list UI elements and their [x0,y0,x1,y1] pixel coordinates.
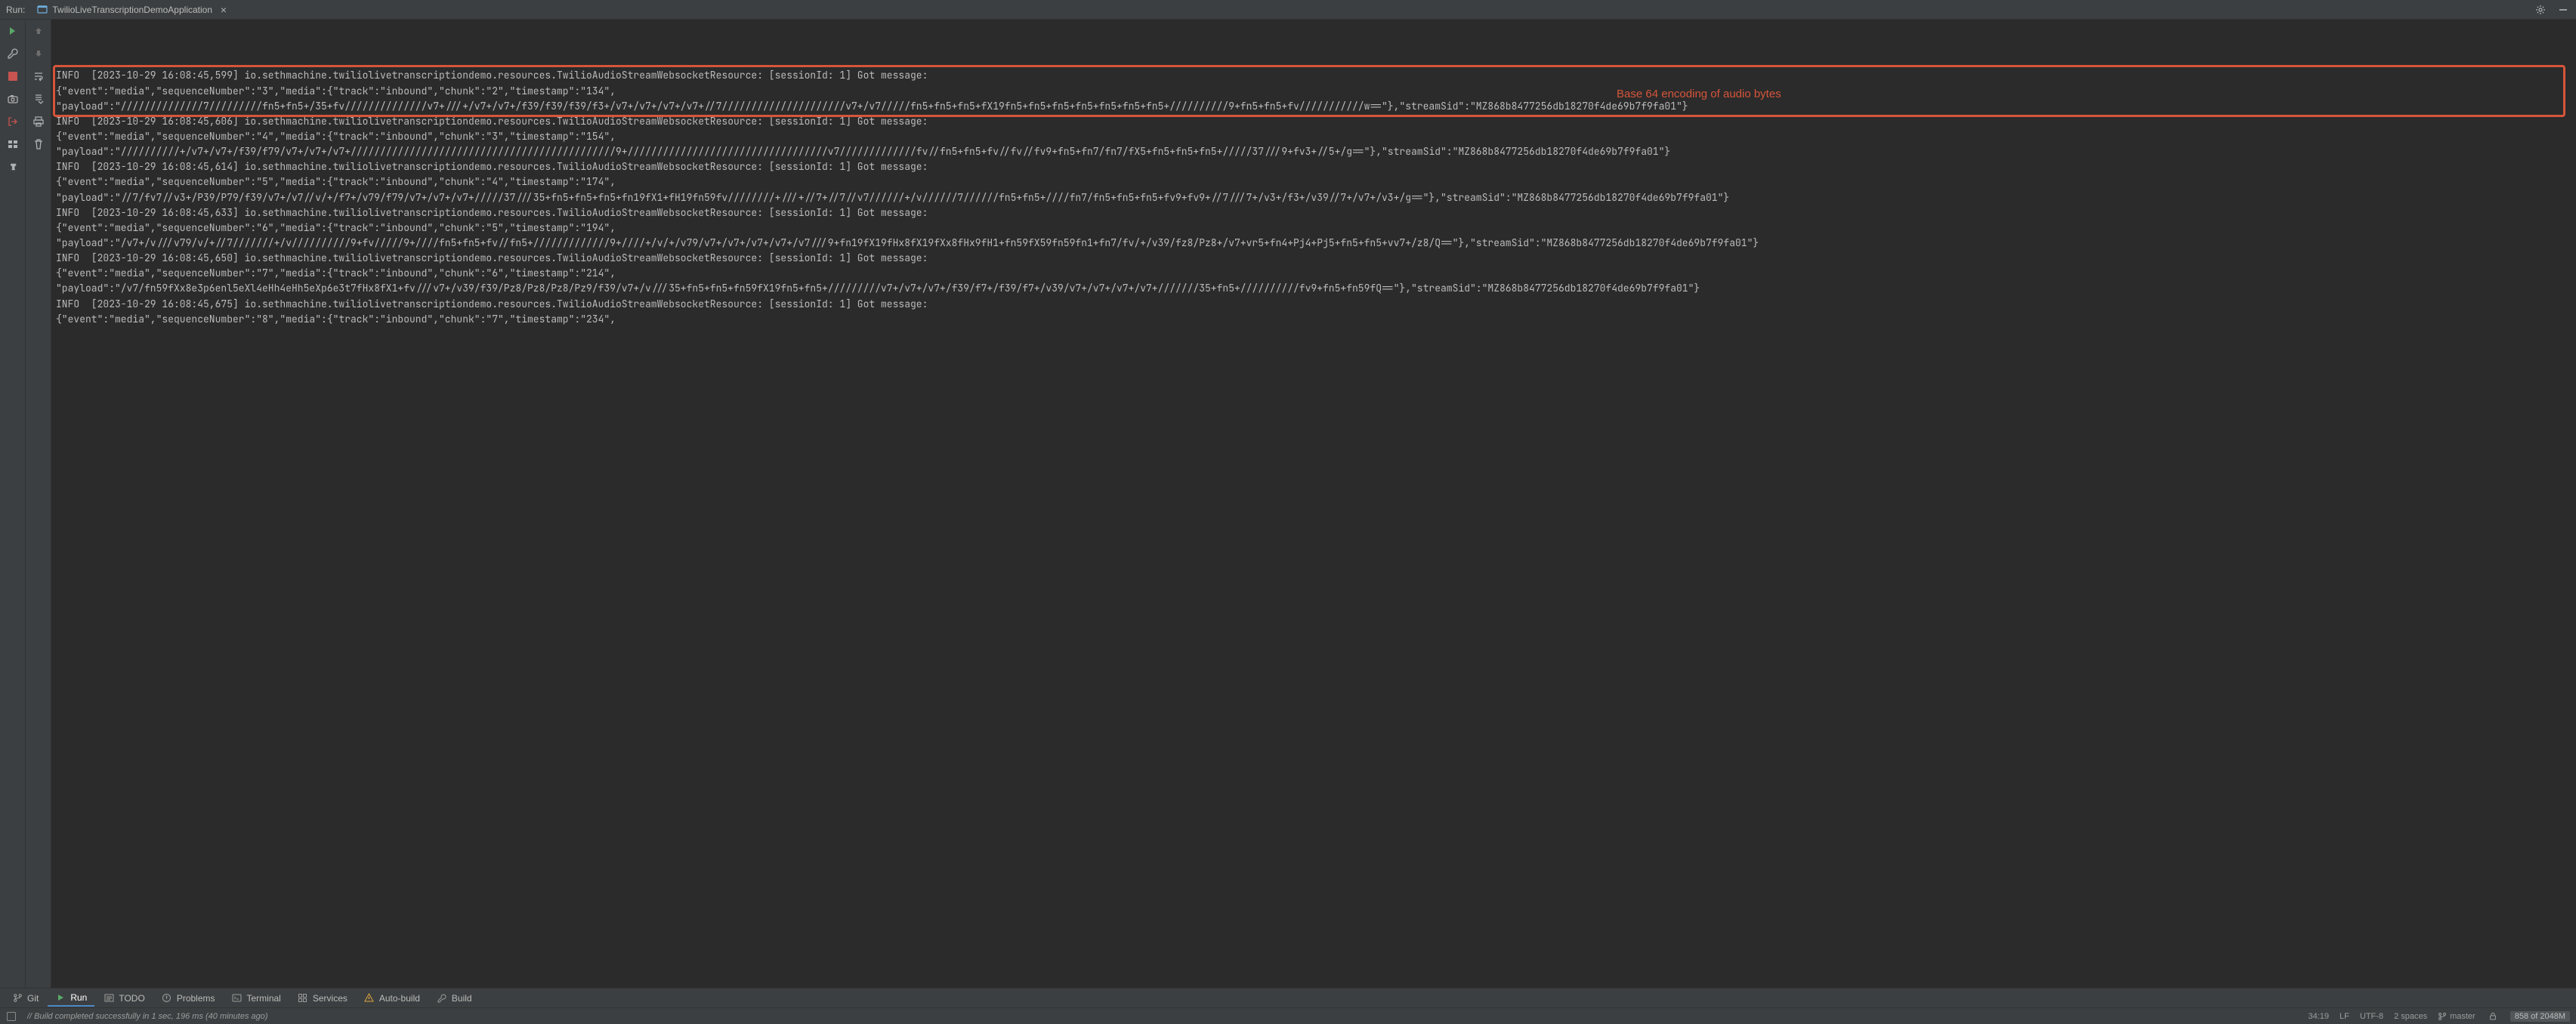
bottom-tab-terminal[interactable]: Terminal [224,991,289,1006]
caret-position[interactable]: 34:19 [2309,1012,2330,1021]
console-line: INFO [2023-10-29 16:08:45,614] io.sethma… [56,159,2571,174]
bottom-tab-label: Run [70,992,87,1003]
bottom-tab-todo[interactable]: TODO [96,991,152,1006]
console-line: {"event":"media","sequenceNumber":"3","m… [56,84,2571,99]
console-line: {"event":"media","sequenceNumber":"8","m… [56,312,2571,327]
camera-icon[interactable] [6,92,20,106]
console-line: {"event":"media","sequenceNumber":"4","m… [56,129,2571,144]
bottom-tab-problems[interactable]: Problems [154,991,223,1006]
run-tool-window-header: Run: TwilioLiveTranscriptionDemoApplicat… [0,0,2576,20]
status-bar: // Build completed successfully in 1 sec… [0,1007,2576,1024]
git-branch-name: master [2450,1012,2476,1021]
lock-icon[interactable] [2486,1010,2500,1023]
git-branch-widget[interactable]: master [2438,1012,2476,1021]
console-line: INFO [2023-10-29 16:08:45,599] io.sethma… [56,68,2571,83]
play-icon [55,992,66,1003]
arrow-down-icon[interactable] [32,47,45,60]
services-icon [298,993,308,1004]
scroll-to-end-icon[interactable] [32,92,45,106]
build-status-message: // Build completed successfully in 1 sec… [27,1012,268,1021]
file-encoding[interactable]: UTF-8 [2360,1012,2383,1021]
tool-window-right-actions [2534,3,2570,17]
memory-indicator[interactable]: 858 of 2048M [2510,1011,2570,1022]
console-output[interactable]: INFO [2023-10-29 16:08:45,599] io.sethma… [51,20,2576,988]
indent-setting[interactable]: 2 spaces [2394,1012,2427,1021]
console-line: {"event":"media","sequenceNumber":"5","m… [56,174,2571,190]
tool-window-bottom-tabs: Git Run TODO Problems Terminal Services Auto-b… [0,988,2576,1007]
bottom-tab-build[interactable]: Build [429,991,480,1006]
run-label: Run: [6,5,25,15]
soft-wrap-icon[interactable] [32,69,45,83]
wrench-icon[interactable] [6,47,20,60]
console-line: INFO [2023-10-29 16:08:45,633] io.sethma… [56,205,2571,221]
console-line: "payload":"//7/fv7//v3+/P39/P79/f39/v7+/… [56,190,2571,205]
console-line: "payload":"//////////+/v7+/v7+/f39/f79/v… [56,144,2571,159]
problems-icon [162,993,172,1004]
gear-icon[interactable] [2534,3,2547,17]
todo-icon [103,993,114,1004]
arrow-up-icon[interactable] [32,24,45,38]
bottom-tab-run[interactable]: Run [48,990,94,1007]
console-line: "payload":"/v7+/v///v79/v/+//7///////+/v… [56,236,2571,251]
trash-icon[interactable] [32,137,45,151]
stop-icon[interactable] [6,69,20,83]
git-branch-icon [2438,1012,2447,1021]
auto-build-icon [364,993,375,1004]
terminal-icon [232,993,242,1004]
bottom-tab-auto-build[interactable]: Auto-build [357,991,428,1006]
application-icon [37,5,48,15]
console-line: INFO [2023-10-29 16:08:45,606] io.sethma… [56,114,2571,129]
bottom-tab-label: Services [313,993,347,1004]
bottom-tab-label: Auto-build [379,993,420,1004]
console-line: {"event":"media","sequenceNumber":"7","m… [56,266,2571,281]
console-line: INFO [2023-10-29 16:08:45,650] io.sethma… [56,251,2571,266]
bottom-tab-label: Problems [177,993,215,1004]
close-tab-icon[interactable]: × [217,3,230,17]
print-icon[interactable] [32,115,45,128]
bottom-tab-label: TODO [119,993,144,1004]
run-configuration-tab-title: TwilioLiveTranscriptionDemoApplication [52,5,212,15]
rerun-icon[interactable] [6,24,20,38]
console-actions-gutter [26,20,51,988]
checkbox-icon[interactable] [6,1011,17,1022]
pin-icon[interactable] [3,157,22,176]
build-icon [437,993,447,1004]
console-line: INFO [2023-10-29 16:08:45,675] io.sethma… [56,297,2571,312]
console-line: "payload":"/v7/fn59fXx8e3p6enl5eXl4eHh4e… [56,281,2571,296]
console-line: {"event":"media","sequenceNumber":"6","m… [56,221,2571,236]
bottom-tab-label: Terminal [247,993,281,1004]
bottom-tab-label: Build [452,993,472,1004]
line-separator[interactable]: LF [2340,1012,2349,1021]
bottom-tab-services[interactable]: Services [290,991,355,1006]
bottom-tab-label: Git [27,993,39,1004]
exit-icon[interactable] [6,115,20,128]
run-actions-gutter [0,20,26,988]
minimize-icon[interactable] [2556,3,2570,17]
console-line: "payload":"//////////////7/////////fn5+f… [56,99,2571,114]
git-branch-icon [12,993,23,1004]
run-tool-window-body: INFO [2023-10-29 16:08:45,599] io.sethma… [0,20,2576,988]
bottom-tab-git[interactable]: Git [5,991,46,1006]
layout-icon[interactable] [6,137,20,151]
run-configuration-tab[interactable]: TwilioLiveTranscriptionDemoApplication × [31,1,236,19]
